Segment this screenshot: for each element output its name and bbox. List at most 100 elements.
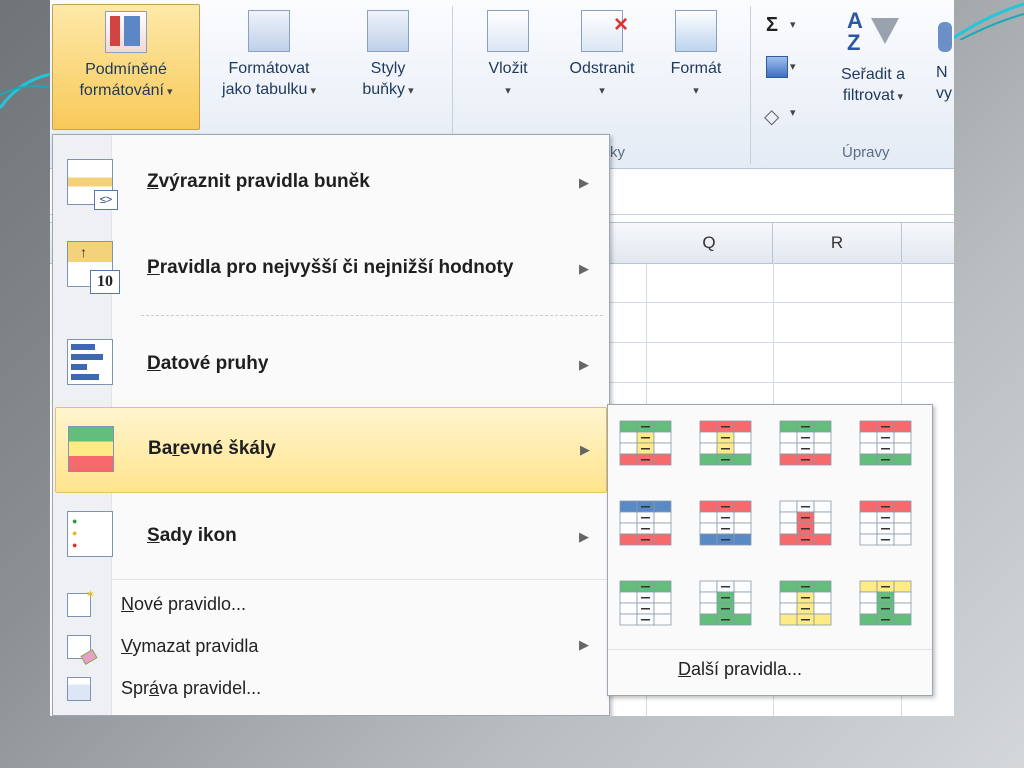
delete-cells-icon: × (581, 10, 628, 52)
find-select-button-partial[interactable]: N vy (930, 4, 954, 128)
excel-screenshot: Podmíněné formátování ▾ Formátovat jako … (50, 0, 954, 716)
menu-item-color-scales[interactable]: Barevné škály ▶ (55, 407, 607, 493)
color-scales-icon (68, 426, 114, 472)
menu-item-label: Zvýraznit pravidla buněk (147, 171, 370, 192)
sort-filter-label-2: filtrovat (842, 87, 895, 104)
color-scale-swatch[interactable] (858, 499, 914, 547)
color-scale-swatch[interactable] (618, 419, 674, 467)
dropdown-arrow-icon: ▾ (307, 85, 316, 97)
sort-filter-label-1: Seřadit a (840, 66, 906, 83)
grid-line (605, 382, 954, 383)
dropdown-arrow-icon: ▾ (505, 85, 511, 97)
conditional-formatting-label-2: formátování (79, 82, 164, 99)
dropdown-arrow-icon: ▾ (599, 85, 605, 97)
conditional-formatting-button[interactable]: Podmíněné formátování ▾ (52, 4, 200, 130)
menu-item-clear-rules[interactable]: Vymazat pravidla ▶ (55, 627, 605, 667)
submenu-arrow-icon: ▶ (580, 442, 590, 457)
menu-item-highlight-cell-rules[interactable]: ≤> Zvýraznit pravidla buněk ▶ (55, 147, 605, 217)
delete-label: Odstranit (569, 60, 635, 77)
format-button[interactable]: Formát ▾ (654, 4, 738, 128)
autosum-dropdown-icon[interactable]: ▾ (790, 18, 796, 31)
menu-item-label: Pravidla pro nejvyšší či nejnižší hodnot… (147, 257, 514, 278)
find-select-label-2: vy (936, 85, 952, 102)
new-rule-icon: ✶ (67, 589, 95, 617)
slide-decoration-left (0, 72, 52, 109)
cell-styles-button[interactable]: Styly buňky ▾ (338, 4, 438, 128)
grid-line (605, 342, 954, 343)
cell-styles-label-1: Styly (370, 60, 406, 77)
color-scale-swatch[interactable] (778, 579, 834, 627)
grid-line (605, 302, 954, 303)
more-rules-item[interactable]: Další pravidla... (678, 659, 802, 680)
data-bars-icon (67, 339, 113, 385)
table-brush-icon (248, 10, 290, 52)
menu-separator (111, 579, 607, 580)
cells-group-label: ky (610, 144, 625, 161)
clear-rules-icon (67, 635, 98, 665)
color-scale-swatch[interactable] (858, 579, 914, 627)
menu-item-manage-rules[interactable]: Správa pravidel... (55, 669, 605, 709)
color-scale-swatch[interactable] (618, 499, 674, 547)
menu-item-label: Správa pravidel... (121, 678, 262, 698)
format-cells-icon (675, 10, 717, 52)
highlight-cells-rules-icon: ≤> (67, 159, 118, 210)
cell-styles-icon (367, 10, 409, 52)
dropdown-arrow-icon: ▾ (693, 85, 699, 97)
color-scale-swatch[interactable] (858, 419, 914, 467)
submenu-arrow-icon: ▶ (579, 529, 589, 544)
submenu-arrow-icon: ▶ (579, 357, 589, 372)
dropdown-arrow-icon: ▾ (405, 85, 414, 97)
cell-styles-label-2: buňky (362, 81, 406, 98)
group-separator (750, 6, 751, 164)
menu-item-label: Barevné škály (148, 438, 276, 459)
format-as-table-button[interactable]: Formátovat jako tabulku ▾ (202, 4, 336, 128)
color-scales-submenu: Další pravidla... (607, 404, 933, 696)
color-scale-swatch[interactable] (618, 579, 674, 627)
icon-sets-icon: ● ● ● (67, 511, 113, 557)
menu-item-label: Nové pravidlo... (121, 594, 247, 614)
find-select-label-1: N (936, 64, 948, 81)
format-label: Formát (670, 60, 722, 77)
color-scale-swatch[interactable] (698, 419, 754, 467)
clear-eraser-icon[interactable]: ◇ (764, 104, 779, 129)
editing-group-label: Úpravy (842, 144, 890, 161)
fill-icon[interactable] (766, 56, 788, 78)
column-header-q[interactable]: Q (646, 223, 773, 263)
conditional-formatting-label-1: Podmíněné (85, 61, 167, 78)
menu-item-label: Datové pruhy (147, 353, 269, 374)
menu-item-label: Vymazat pravidla (121, 636, 259, 656)
sort-filter-icon: A Z (845, 8, 901, 58)
fill-dropdown-icon[interactable]: ▾ (790, 60, 796, 73)
submenu-separator (608, 649, 932, 650)
sort-filter-button[interactable]: A Z Seřadit a filtrovat ▾ (820, 4, 926, 128)
conditional-formatting-icon (105, 11, 147, 53)
submenu-arrow-icon: ▶ (579, 261, 589, 276)
color-scale-swatch[interactable] (778, 419, 834, 467)
top-bottom-rules-icon: ↑ 10 (67, 241, 120, 294)
dropdown-arrow-icon: ▾ (163, 86, 173, 98)
color-scale-swatch[interactable] (698, 579, 754, 627)
insert-cells-icon (487, 10, 529, 52)
insert-label: Vložit (488, 60, 528, 77)
conditional-formatting-menu: ≤> Zvýraznit pravidla buněk ▶ ↑ 10 Pravi… (52, 134, 610, 716)
find-icon (938, 22, 952, 52)
menu-item-label: Sady ikon (147, 525, 237, 546)
menu-item-new-rule[interactable]: ✶ Nové pravidlo... (55, 585, 605, 625)
menu-separator (141, 315, 603, 316)
color-scale-swatch[interactable] (698, 499, 754, 547)
format-as-table-label-2: jako tabulku (222, 81, 308, 98)
submenu-arrow-icon: ▶ (579, 637, 589, 652)
autosum-icon[interactable]: Σ (766, 14, 778, 37)
dropdown-arrow-icon: ▾ (894, 91, 904, 103)
menu-item-icon-sets[interactable]: ● ● ● Sady ikon ▶ (55, 497, 605, 571)
column-header-r[interactable]: R (773, 223, 902, 263)
menu-item-top-bottom-rules[interactable]: ↑ 10 Pravidla pro nejvyšší či nejnižší h… (55, 231, 605, 305)
manage-rules-icon (67, 677, 91, 701)
color-scale-swatch[interactable] (778, 499, 834, 547)
menu-item-data-bars[interactable]: Datové pruhy ▶ (55, 325, 605, 401)
delete-button[interactable]: × Odstranit ▾ (550, 4, 654, 128)
submenu-arrow-icon: ▶ (579, 175, 589, 190)
format-as-table-label-1: Formátovat (228, 60, 310, 77)
clear-dropdown-icon[interactable]: ▾ (790, 106, 796, 119)
insert-button[interactable]: Vložit ▾ (468, 4, 548, 128)
